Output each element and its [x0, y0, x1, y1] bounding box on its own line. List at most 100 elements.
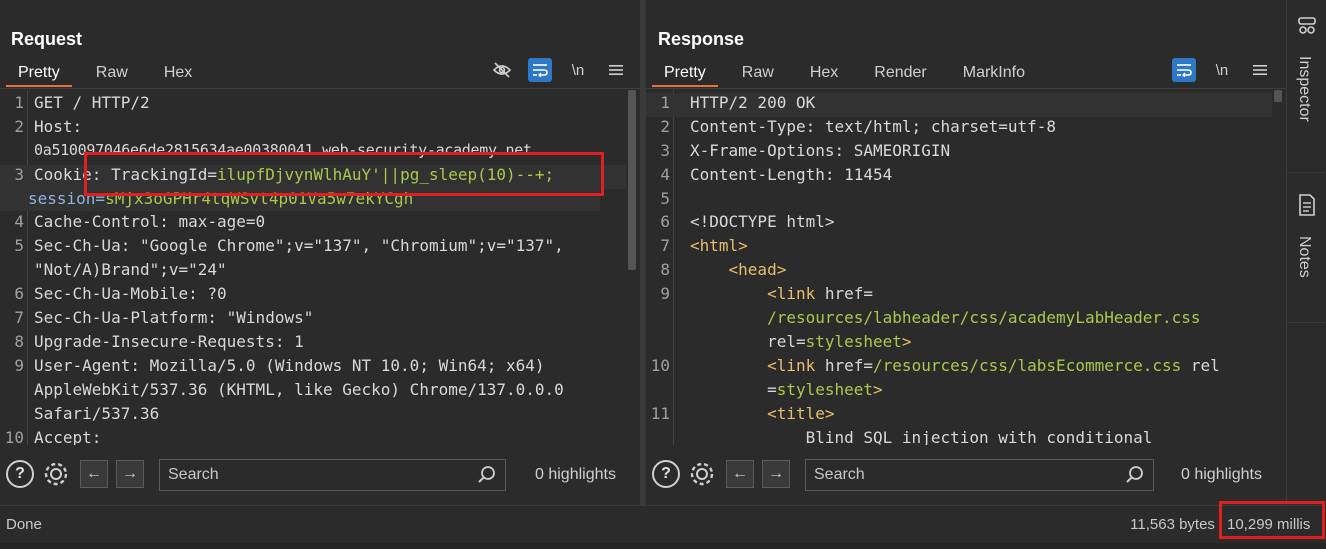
- request-tabs: Pretty Raw Hex: [6, 61, 216, 89]
- notes-icon[interactable]: [1298, 194, 1316, 221]
- response-line: =stylesheet>: [690, 380, 883, 399]
- response-search-input[interactable]: [814, 466, 1094, 484]
- line-number: 2: [14, 117, 24, 136]
- response-line: <link href=/resources/css/labsEcommerce.…: [690, 356, 1220, 375]
- html-tag: >: [873, 380, 883, 399]
- request-menu-button[interactable]: [604, 58, 628, 82]
- response-bottom-bar: ? ← → 0 highlights: [646, 452, 1286, 496]
- request-line: Sec-Ch-Ua: "Google Chrome";v="137", "Chr…: [34, 236, 564, 255]
- request-line: Upgrade-Insecure-Requests: 1: [34, 332, 304, 351]
- hide-nonprintable-button[interactable]: [490, 58, 514, 82]
- help-icon[interactable]: ?: [652, 460, 680, 488]
- inspector-icon[interactable]: [1297, 16, 1317, 41]
- request-tab-hex[interactable]: Hex: [152, 61, 204, 87]
- response-tabs: Pretty Raw Hex Render MarkInfo: [652, 61, 1049, 89]
- line-number: 5: [660, 189, 670, 208]
- line-number: 6: [660, 212, 670, 231]
- html-attr: href=: [815, 356, 874, 375]
- request-title: Request: [11, 29, 83, 49]
- request-highlight-count: 0 highlights: [535, 466, 616, 483]
- response-line: <title>: [690, 404, 835, 423]
- html-tag: <link: [767, 284, 816, 303]
- response-scrollbar[interactable]: [1272, 90, 1284, 445]
- response-panel: Response Pretty Raw Hex Render MarkInfo …: [646, 0, 1286, 505]
- wrap-icon: [1177, 64, 1192, 77]
- html-tag: <title>: [767, 404, 835, 423]
- line-number: 1: [14, 93, 24, 112]
- settings-gear-icon[interactable]: [42, 460, 70, 488]
- line-number: 9: [660, 284, 670, 303]
- status-text: Done: [6, 516, 42, 533]
- settings-gear-icon[interactable]: [688, 460, 716, 488]
- request-search-input[interactable]: [168, 466, 448, 484]
- line-number: 7: [14, 308, 24, 327]
- response-menu-button[interactable]: [1248, 58, 1272, 82]
- right-sidebar: Inspector Notes: [1286, 0, 1326, 505]
- html-attr: href=: [815, 284, 874, 303]
- request-scroll-thumb[interactable]: [628, 90, 636, 270]
- response-line: rel=stylesheet>: [690, 332, 912, 351]
- response-tab-raw[interactable]: Raw: [730, 61, 786, 87]
- html-attr-value: /resources/labheader/css/academyLabHeade…: [767, 308, 1201, 327]
- response-editor[interactable]: 1 HTTP/2 200 OK 2 Content-Type: text/html;…: [646, 90, 1284, 445]
- response-line: <head>: [690, 260, 787, 279]
- line-number: 5: [14, 236, 24, 255]
- response-tab-pretty[interactable]: Pretty: [652, 61, 718, 87]
- request-panel: Request Pretty Raw Hex \n 1GET / HTTP/2 …: [0, 0, 640, 505]
- sidebar-notes-tab[interactable]: Notes: [1295, 236, 1313, 278]
- request-line: Sec-Ch-Ua-Mobile: ?0: [34, 284, 227, 303]
- hamburger-icon: [609, 65, 623, 75]
- line-number: 3: [14, 165, 24, 184]
- sidebar-inspector-tab[interactable]: Inspector: [1295, 56, 1313, 122]
- sidebar-separator: [1287, 172, 1326, 173]
- word-wrap-button[interactable]: [1172, 58, 1196, 82]
- html-tag: >: [901, 332, 912, 351]
- response-tab-hex[interactable]: Hex: [798, 61, 850, 87]
- line-number: 6: [14, 284, 24, 303]
- request-line: AppleWebKit/537.36 (KHTML, like Gecko) C…: [34, 380, 564, 399]
- request-toolbar: \n: [490, 58, 628, 82]
- request-line: Host:: [34, 117, 83, 136]
- status-bar: Done 11,563 bytes | 10,299 millis: [0, 505, 1326, 543]
- word-wrap-button[interactable]: [528, 58, 552, 82]
- response-line: /resources/labheader/css/academyLabHeade…: [690, 308, 1201, 327]
- line-number: 4: [660, 165, 670, 184]
- response-scroll-thumb[interactable]: [1274, 90, 1282, 102]
- gutter-divider: [27, 90, 28, 445]
- response-tab-render[interactable]: Render: [862, 61, 938, 87]
- previous-arrow-icon[interactable]: ←: [726, 460, 754, 488]
- request-editor[interactable]: 1 GET / HTTP/2 2 Host: 0a510097046e6de2815…: [0, 90, 638, 445]
- annotation-box-payload: [84, 152, 604, 196]
- response-highlight-count: 0 highlights: [1181, 466, 1262, 483]
- previous-arrow-icon[interactable]: ←: [80, 460, 108, 488]
- html-tag: <head>: [728, 260, 787, 279]
- show-newlines-button[interactable]: \n: [566, 58, 590, 82]
- bottom-edge: [0, 543, 1326, 549]
- response-search-box[interactable]: [805, 459, 1154, 491]
- html-attr-value: stylesheet: [805, 332, 902, 351]
- help-icon[interactable]: ?: [6, 460, 34, 488]
- response-line: <link href=: [690, 284, 873, 303]
- response-size: 11,563 bytes |: [1130, 516, 1223, 533]
- request-scrollbar[interactable]: [626, 90, 638, 445]
- request-search-box[interactable]: [159, 459, 506, 491]
- response-toolbar: \n: [1172, 58, 1272, 82]
- request-line: User-Agent: Mozilla/5.0 (Windows NT 10.0…: [34, 356, 545, 375]
- show-newlines-button[interactable]: \n: [1210, 58, 1234, 82]
- next-arrow-icon[interactable]: →: [762, 460, 790, 488]
- search-icon: [1126, 466, 1143, 483]
- html-attr: rel: [1181, 356, 1220, 375]
- sidebar-separator: [1287, 322, 1326, 323]
- response-line: Content-Type: text/html; charset=utf-8: [690, 117, 1057, 136]
- eye-slash-icon: [492, 62, 512, 78]
- next-arrow-icon[interactable]: →: [116, 460, 144, 488]
- request-tab-pretty[interactable]: Pretty: [6, 61, 72, 87]
- html-attr-value: /resources/css/labsEcommerce.css: [873, 356, 1182, 375]
- tabs-divider: [0, 88, 640, 89]
- line-number: 3: [660, 141, 670, 160]
- response-tab-markinfo[interactable]: MarkInfo: [951, 61, 1037, 87]
- request-line: Sec-Ch-Ua-Platform: "Windows": [34, 308, 314, 327]
- request-tab-raw[interactable]: Raw: [84, 61, 140, 87]
- html-attr-value: stylesheet: [776, 380, 874, 399]
- hamburger-icon: [1253, 65, 1267, 75]
